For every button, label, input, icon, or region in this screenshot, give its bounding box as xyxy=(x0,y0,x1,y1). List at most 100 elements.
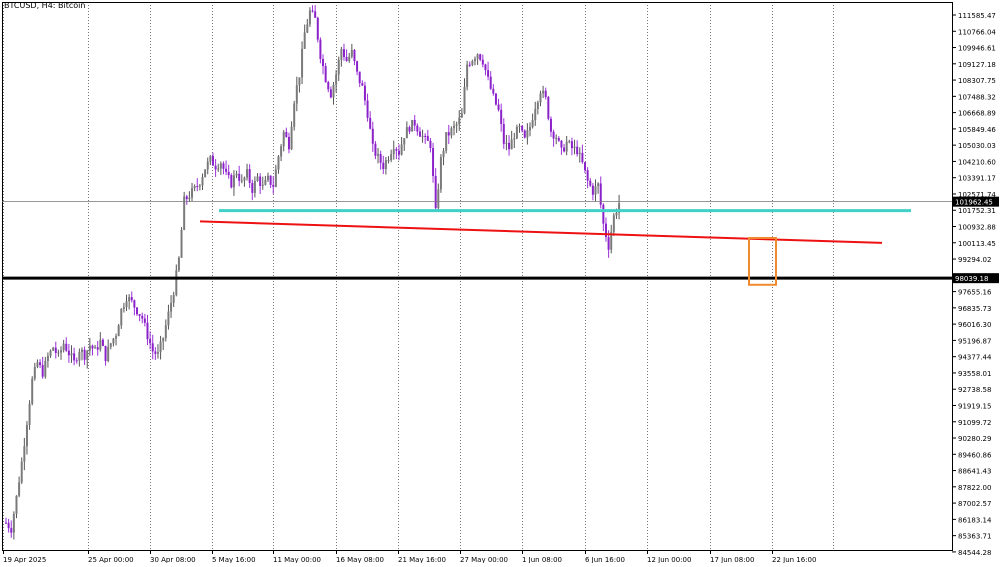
candle-body xyxy=(308,10,311,25)
candle-body xyxy=(162,338,165,342)
chart-title: BTCUSD, H4: Bitcoin xyxy=(4,1,86,10)
y-tick-label: 100113.45 xyxy=(958,240,996,248)
candle-body xyxy=(287,136,290,150)
candle-body xyxy=(405,127,408,139)
candle-body xyxy=(337,59,340,75)
candle-body xyxy=(408,127,411,132)
x-tick-label: 5 May 16:00 xyxy=(212,556,256,563)
candle-body xyxy=(437,189,440,209)
candle-body xyxy=(476,54,479,59)
candle-body xyxy=(529,127,531,131)
candle-body xyxy=(204,169,207,178)
candle-body xyxy=(141,315,144,319)
candle-body xyxy=(510,139,513,150)
candle-body xyxy=(267,175,269,180)
candle-body xyxy=(369,117,372,129)
x-tick-label: 11 May 00:00 xyxy=(273,556,321,563)
candle-body xyxy=(240,180,243,182)
candle-body xyxy=(172,294,175,303)
candle-body xyxy=(230,175,233,188)
candle-body xyxy=(395,149,398,151)
candle-body xyxy=(348,56,351,61)
y-tick-label: 87822.00 xyxy=(958,484,991,492)
y-tick-label: 87002.57 xyxy=(958,500,991,508)
candle-body xyxy=(539,93,542,103)
candle-body xyxy=(432,147,435,176)
candle-body xyxy=(128,297,131,302)
candle-body xyxy=(5,522,7,524)
candle-body xyxy=(335,74,338,85)
y-tick-label: 109127.18 xyxy=(958,61,996,69)
chart-area[interactable]: BTCUSD, H4: Bitcoin 111585.47 110766.04 10… xyxy=(0,0,1000,564)
candle-body xyxy=(88,345,91,351)
candle-body xyxy=(421,135,424,137)
candle-body xyxy=(33,366,36,379)
candle-body xyxy=(243,177,246,181)
candle-body xyxy=(518,125,521,127)
candle-body xyxy=(99,339,102,350)
candle-body xyxy=(502,123,505,144)
candle-body xyxy=(217,168,220,170)
candle-body xyxy=(225,168,228,172)
candle-body xyxy=(342,49,345,58)
x-tick-label: 22 Jun 16:00 xyxy=(772,556,816,563)
candle-body xyxy=(581,152,584,163)
candle-body xyxy=(392,149,395,155)
candle-body xyxy=(382,162,385,170)
candle-body xyxy=(193,185,196,189)
candle-body xyxy=(327,82,330,90)
candle-body xyxy=(211,156,214,166)
y-tick-label: 96835.73 xyxy=(958,305,991,313)
candle-body xyxy=(531,120,534,128)
candle-body xyxy=(361,83,364,86)
candle-body xyxy=(154,351,157,354)
candle-body xyxy=(594,186,597,195)
candle-body xyxy=(198,185,201,187)
candle-body xyxy=(31,378,34,404)
candle-body xyxy=(471,61,474,65)
candlestick-chart[interactable]: 111585.47 110766.04 109946.61 109127.18 1083… xyxy=(0,0,1000,564)
candle-body xyxy=(232,175,235,188)
candle-body xyxy=(101,339,104,346)
candle-body xyxy=(513,138,516,140)
candle-body xyxy=(109,343,112,347)
y-tick-label: 84544.28 xyxy=(958,549,991,557)
candle-body xyxy=(466,64,469,87)
candle-body xyxy=(450,128,453,136)
candle-body xyxy=(25,424,28,447)
candle-body xyxy=(65,343,68,351)
candle-body xyxy=(175,270,178,295)
y-tick-label: 91919.15 xyxy=(958,402,991,410)
candle-body xyxy=(295,85,298,104)
candle-body xyxy=(607,237,610,250)
candle-body xyxy=(238,173,241,181)
candle-body xyxy=(565,141,568,152)
y-tick-label: 103391.17 xyxy=(958,175,996,183)
candle-body xyxy=(290,126,293,150)
candle-body xyxy=(60,350,63,353)
candle-body xyxy=(54,347,57,353)
x-tick-label: 27 May 00:00 xyxy=(460,556,508,563)
candle-body xyxy=(411,119,414,132)
candle-body xyxy=(563,147,566,152)
candle-body xyxy=(12,513,15,533)
candle-body xyxy=(185,196,188,200)
x-tick-label: 30 Apr 08:00 xyxy=(150,556,196,563)
candle-body xyxy=(188,197,191,200)
y-tick-label: 107488.32 xyxy=(958,93,996,101)
candle-body xyxy=(547,96,550,119)
candle-body xyxy=(191,188,194,198)
candle-body xyxy=(424,135,427,137)
candle-body xyxy=(413,119,416,126)
candle-body xyxy=(434,175,437,209)
candle-body xyxy=(445,132,448,151)
x-tick-label: 12 Jun 00:00 xyxy=(647,556,691,563)
trend-line[interactable] xyxy=(199,220,883,244)
candle-body xyxy=(46,355,49,361)
candle-body xyxy=(146,322,149,340)
candle-body xyxy=(75,360,78,362)
candle-body xyxy=(280,146,283,157)
candle-body xyxy=(481,59,484,65)
candle-body xyxy=(206,161,209,170)
candle-body xyxy=(23,446,26,462)
